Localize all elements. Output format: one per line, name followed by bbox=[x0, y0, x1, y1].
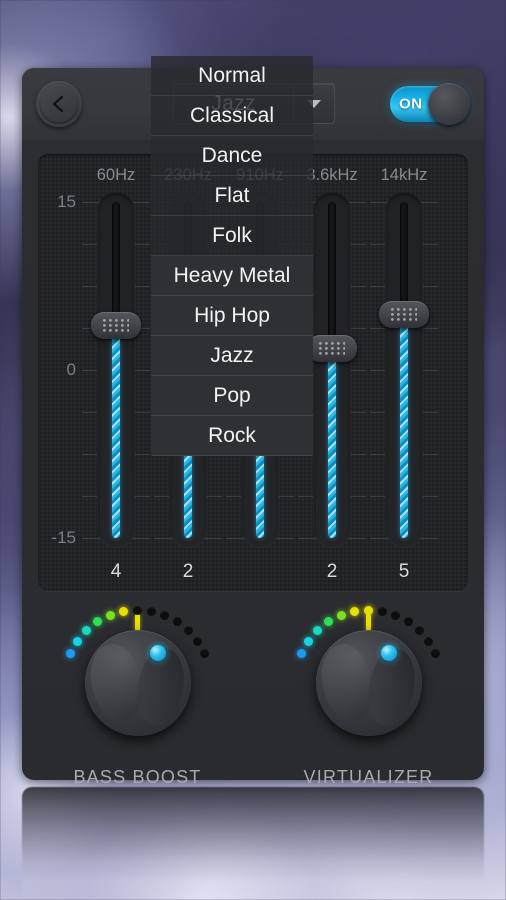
knob-led-off bbox=[430, 648, 440, 658]
knob-led-on bbox=[73, 636, 83, 646]
dropdown-item[interactable]: Flat bbox=[151, 176, 313, 216]
eq-slider-knob[interactable] bbox=[91, 312, 141, 340]
eq-scale-label: 0 bbox=[66, 360, 76, 379]
knob-led-off bbox=[391, 610, 401, 620]
knob-led-off bbox=[377, 606, 387, 616]
dropdown-item[interactable]: Hip Hop bbox=[151, 296, 313, 336]
knob-led-on bbox=[93, 617, 103, 627]
knob-led-on bbox=[82, 625, 92, 635]
eq-scale-label: -15 bbox=[51, 528, 76, 547]
effect-knob-group: VIRTUALIZER bbox=[253, 605, 484, 787]
eq-band-value: 2 bbox=[326, 561, 338, 582]
eq-band: 14kHz 5 bbox=[368, 154, 440, 591]
dropdown-item-label: Jazz bbox=[210, 343, 254, 367]
eq-slider-knob[interactable] bbox=[379, 301, 429, 328]
eq-slider-well[interactable] bbox=[91, 192, 141, 548]
eq-slider-knob-grip bbox=[103, 319, 129, 333]
knob-led-off bbox=[423, 636, 433, 646]
eq-slider-knob-grip bbox=[391, 308, 417, 321]
effect-knob-label: VIRTUALIZER bbox=[303, 767, 434, 787]
dropdown-item-label: Dance bbox=[201, 143, 263, 167]
knob-led-on bbox=[364, 605, 373, 615]
dropdown-item[interactable]: Normal bbox=[151, 56, 313, 96]
knob-led-on bbox=[324, 617, 334, 627]
effect-knob-label: BASS BOOST bbox=[73, 767, 202, 787]
eq-slider-well[interactable] bbox=[307, 192, 357, 548]
eq-scale-label: 15 bbox=[57, 192, 76, 211]
knob-led-on bbox=[105, 610, 115, 620]
dropdown-item-label: Normal bbox=[198, 63, 266, 87]
dropdown-item-label: Classical bbox=[189, 103, 275, 127]
chevron-left-icon bbox=[52, 95, 64, 113]
dropdown-item[interactable]: Jazz bbox=[151, 336, 313, 376]
power-toggle-knob[interactable] bbox=[428, 83, 470, 125]
knob-position-indicator bbox=[150, 644, 167, 661]
dropdown-item[interactable]: Classical bbox=[151, 96, 313, 136]
eq-slider-knob-grip bbox=[319, 341, 345, 355]
eq-band-frequency-label: 14kHz bbox=[380, 166, 428, 184]
knob-led-on bbox=[350, 606, 360, 616]
knob-led-off bbox=[403, 617, 413, 627]
knob-led-on bbox=[66, 648, 76, 658]
dropdown-item[interactable]: Dance bbox=[151, 136, 313, 176]
panel-reflection bbox=[22, 787, 484, 900]
dropdown-item-label: Rock bbox=[208, 423, 256, 447]
eq-slider-fill bbox=[112, 327, 120, 538]
effect-knob-dial[interactable] bbox=[84, 630, 191, 736]
eq-slider-knob[interactable] bbox=[307, 334, 357, 362]
knob-led-off bbox=[172, 617, 182, 627]
knob-led-off bbox=[133, 605, 142, 615]
dropdown-item-label: Hip Hop bbox=[194, 303, 270, 327]
eq-band-value: 2 bbox=[182, 561, 194, 582]
dropdown-item[interactable]: Pop bbox=[151, 376, 313, 416]
dropdown-item[interactable]: Folk bbox=[151, 216, 313, 256]
knob-led-on bbox=[313, 625, 323, 635]
power-toggle[interactable]: ON bbox=[390, 83, 470, 125]
knob-led-off bbox=[146, 606, 156, 616]
eq-band-frequency-label: 60Hz bbox=[96, 166, 136, 184]
knob-led-on bbox=[297, 648, 307, 658]
eq-slider-well[interactable] bbox=[379, 192, 429, 548]
eq-band-value: 4 bbox=[110, 561, 122, 582]
knob-position-indicator bbox=[381, 644, 398, 661]
eq-band: 60Hz 4 bbox=[80, 154, 152, 591]
dropdown-item-label: Flat bbox=[214, 183, 250, 207]
knob-led-on bbox=[304, 636, 314, 646]
dropdown-item-label: Folk bbox=[212, 223, 252, 247]
knob-led-off bbox=[183, 625, 193, 635]
dropdown-item[interactable]: Heavy Metal bbox=[151, 256, 313, 296]
knob-led-off bbox=[199, 648, 209, 658]
effect-knob-dial[interactable] bbox=[315, 630, 422, 736]
preset-dropdown-list[interactable]: Normal Classical Dance Flat Folk Heavy Metal H… bbox=[151, 56, 313, 456]
knob-led-on bbox=[119, 606, 129, 616]
knob-led-off bbox=[192, 636, 202, 646]
dropdown-item-label: Heavy Metal bbox=[173, 263, 291, 287]
dropdown-item-label: Pop bbox=[213, 383, 251, 407]
knob-led-on bbox=[336, 610, 346, 620]
knob-top-tick-icon bbox=[135, 614, 140, 631]
dropdown-item[interactable]: Rock bbox=[151, 416, 313, 456]
eq-slider-fill bbox=[328, 349, 336, 538]
knob-top-tick-icon bbox=[366, 614, 371, 631]
knob-led-off bbox=[160, 610, 170, 620]
eq-slider-fill bbox=[400, 316, 408, 538]
power-toggle-label: ON bbox=[399, 95, 423, 113]
effect-knob-group: BASS BOOST bbox=[22, 605, 253, 787]
knob-led-off bbox=[414, 625, 424, 635]
eq-band-value: 5 bbox=[398, 561, 410, 582]
back-button[interactable] bbox=[36, 81, 82, 127]
